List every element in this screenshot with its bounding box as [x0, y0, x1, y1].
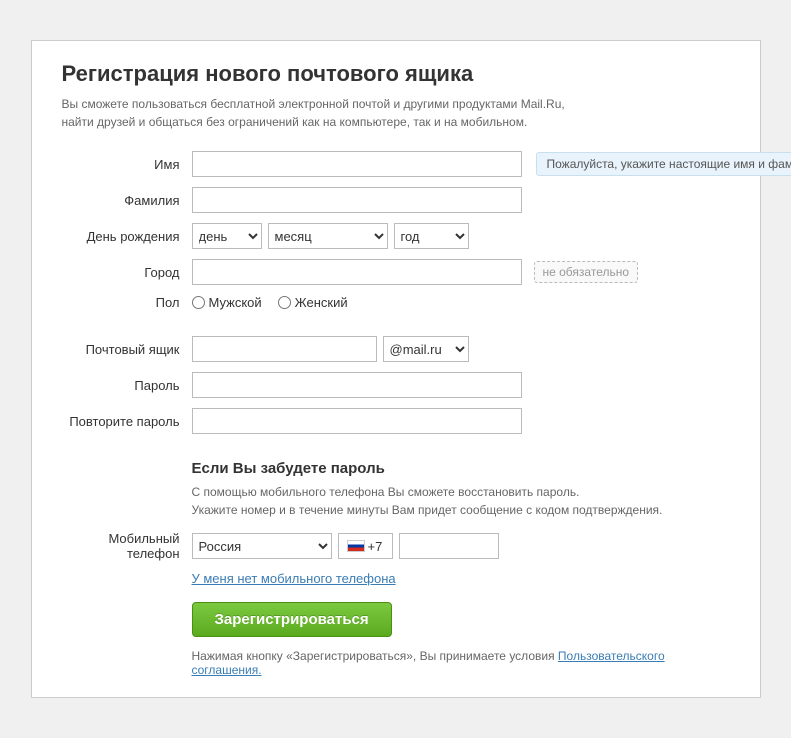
- password-field: [192, 372, 730, 398]
- month-select[interactable]: месяц ЯнварьФевральМарт АпрельМайИюнь Ию…: [268, 223, 388, 249]
- name-tooltip: Пожалуйста, укажите настоящие имя и фами…: [536, 152, 791, 176]
- footer-static-text: Нажимая кнопку «Зарегистрироваться», Вы …: [192, 649, 558, 663]
- gender-female-label[interactable]: Женский: [278, 295, 348, 310]
- surname-row: Фамилия: [62, 187, 730, 213]
- mailbox-label: Почтовый ящик: [62, 342, 192, 357]
- password-repeat-row: Повторите пароль: [62, 408, 730, 434]
- surname-input[interactable]: [192, 187, 522, 213]
- day-select[interactable]: день 12345 678910 1112131415 1617181920 …: [192, 223, 262, 249]
- russia-flag-icon: [347, 540, 365, 552]
- phone-prefix-text: +7: [368, 539, 383, 554]
- footer-text: Нажимая кнопку «Зарегистрироваться», Вы …: [192, 649, 730, 677]
- birthday-row: День рождения день 12345 678910 11121314…: [62, 223, 730, 249]
- surname-label: Фамилия: [62, 193, 192, 208]
- city-row: Город не обязательно: [62, 259, 730, 285]
- birthday-field: день 12345 678910 1112131415 1617181920 …: [192, 223, 730, 249]
- gender-field: Мужской Женский: [192, 295, 730, 310]
- domain-wrapper: @mail.ru @inbox.ru @list.ru @bk.ru: [383, 336, 469, 362]
- gender-label: Пол: [62, 295, 192, 310]
- forgot-section-desc: С помощью мобильного телефона Вы сможете…: [192, 483, 730, 519]
- page-subtitle: Вы сможете пользоваться бесплатной элект…: [62, 95, 730, 131]
- phone-number-input[interactable]: [399, 533, 499, 559]
- city-input[interactable]: [192, 259, 522, 285]
- password-repeat-label: Повторите пароль: [62, 414, 192, 429]
- password-row: Пароль: [62, 372, 730, 398]
- phone-label: Мобильный телефон: [62, 531, 192, 561]
- password-repeat-input[interactable]: [192, 408, 522, 434]
- mailbox-field: @mail.ru @inbox.ru @list.ru @bk.ru: [192, 336, 730, 362]
- birthday-label: День рождения: [62, 229, 192, 244]
- gender-row: Пол Мужской Женский: [62, 295, 730, 310]
- city-field: не обязательно: [192, 259, 730, 285]
- gender-male-text: Мужской: [209, 295, 262, 310]
- phone-prefix-box: +7: [338, 533, 393, 559]
- phone-country-select[interactable]: Россия Украина Беларусь Казахстан: [192, 533, 332, 559]
- mailbox-input[interactable]: [192, 336, 377, 362]
- password-label: Пароль: [62, 378, 192, 393]
- domain-select[interactable]: @mail.ru @inbox.ru @list.ru @bk.ru: [383, 336, 469, 362]
- gender-male-radio[interactable]: [192, 296, 205, 309]
- password-repeat-field: [192, 408, 730, 434]
- gender-female-text: Женский: [295, 295, 348, 310]
- name-label: Имя: [62, 157, 192, 172]
- password-input[interactable]: [192, 372, 522, 398]
- gender-radio-group: Мужской Женский: [192, 295, 348, 310]
- surname-field: [192, 187, 730, 213]
- gender-female-radio[interactable]: [278, 296, 291, 309]
- city-optional-hint: не обязательно: [534, 261, 639, 283]
- forgot-section-title: Если Вы забудете пароль: [192, 460, 730, 477]
- phone-row: Мобильный телефон Россия Украина Беларус…: [62, 531, 730, 561]
- year-select[interactable]: год 2024202320102000 1990198019701960: [394, 223, 469, 249]
- mailbox-row: Почтовый ящик @mail.ru @inbox.ru @list.r…: [62, 336, 730, 362]
- no-phone-link[interactable]: У меня нет мобильного телефона: [192, 571, 730, 586]
- phone-field: Россия Украина Беларусь Казахстан +7: [192, 533, 730, 559]
- name-input[interactable]: [192, 151, 522, 177]
- page-title: Регистрация нового почтового ящика: [62, 61, 730, 87]
- name-row: Имя Пожалуйста, укажите настоящие имя и …: [62, 151, 730, 177]
- name-field: Пожалуйста, укажите настоящие имя и фами…: [192, 151, 791, 177]
- city-label: Город: [62, 265, 192, 280]
- gender-male-label[interactable]: Мужской: [192, 295, 262, 310]
